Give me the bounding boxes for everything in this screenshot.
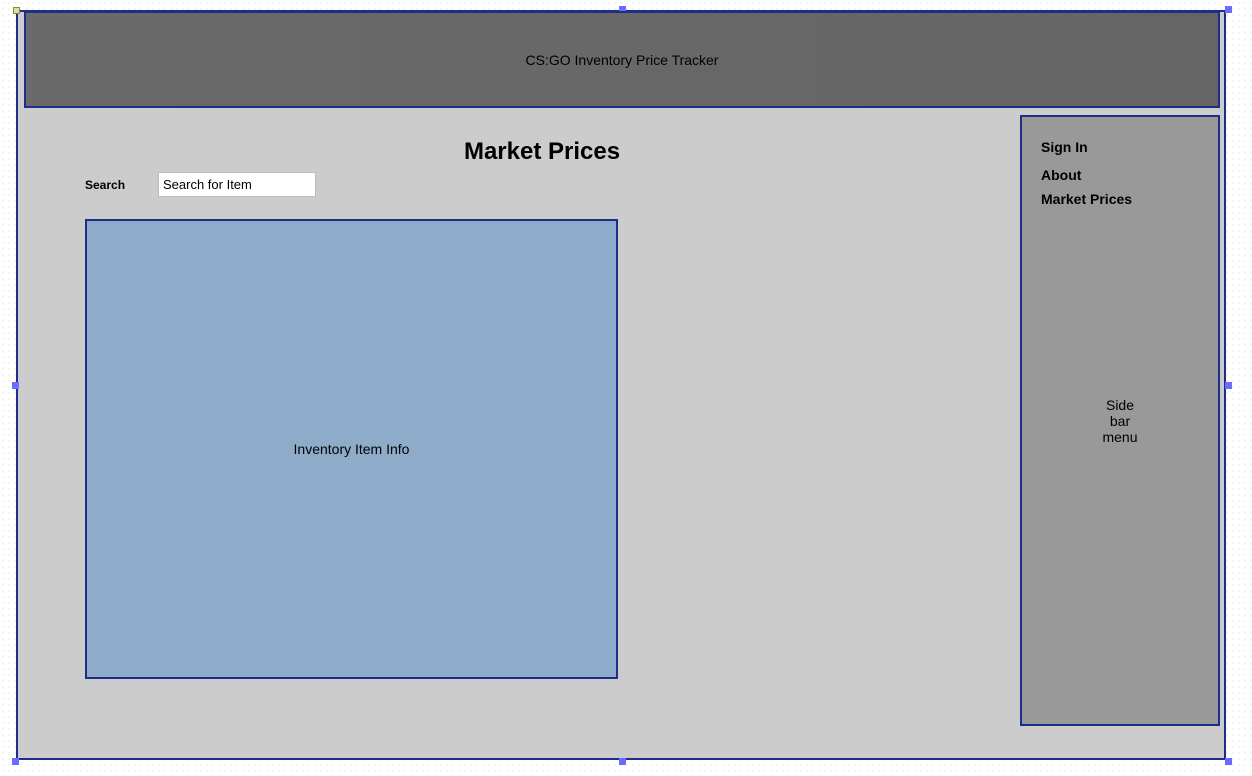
selection-handle-bottom-right[interactable] xyxy=(1225,758,1232,765)
sidebar-item-sign-in[interactable]: Sign In xyxy=(1041,139,1088,155)
selection-handle-bottom-center[interactable] xyxy=(619,758,626,765)
search-input[interactable] xyxy=(158,172,316,197)
search-label: Search xyxy=(85,178,126,192)
selection-handle-middle-right[interactable] xyxy=(1225,382,1232,389)
sidebar-item-about[interactable]: About xyxy=(1041,167,1081,183)
header-bar: CS:GO Inventory Price Tracker xyxy=(24,11,1220,108)
selection-handle-top-left[interactable] xyxy=(13,7,20,14)
page-title: Market Prices xyxy=(463,138,621,165)
selection-handle-middle-left[interactable] xyxy=(12,382,19,389)
sidebar-item-market-prices[interactable]: Market Prices xyxy=(1041,191,1132,207)
sidebar-caption: Side bar menu xyxy=(1102,397,1138,445)
inventory-item-info-panel: Inventory Item Info xyxy=(85,219,618,679)
selection-handle-bottom-left[interactable] xyxy=(12,758,19,765)
sidebar-menu: Sign In About Market Prices Side bar men… xyxy=(1020,115,1220,726)
inventory-item-info-label: Inventory Item Info xyxy=(293,441,410,457)
app-title: CS:GO Inventory Price Tracker xyxy=(525,51,719,68)
selection-handle-top-right[interactable] xyxy=(1225,6,1232,13)
